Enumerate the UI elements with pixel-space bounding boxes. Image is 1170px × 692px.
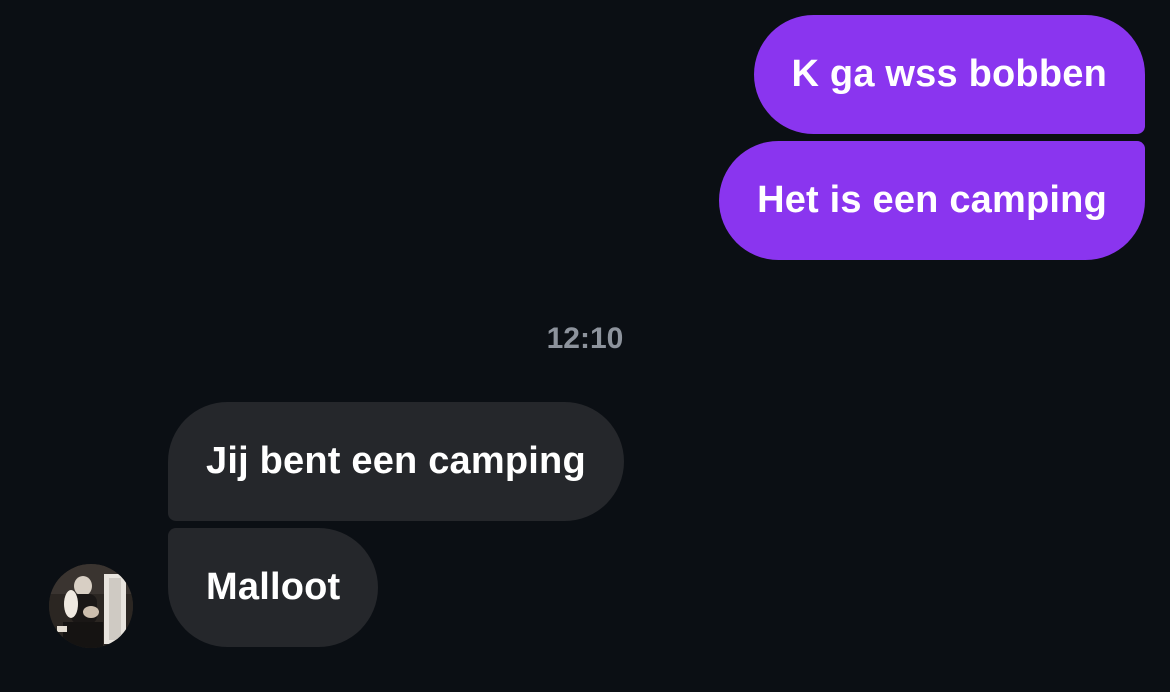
message-text: Malloot	[206, 566, 341, 608]
contact-photo-icon	[49, 564, 133, 648]
message-text: Het is een camping	[757, 179, 1107, 221]
outgoing-message-bubble[interactable]: K ga wss bobben	[753, 15, 1145, 134]
outgoing-message-bubble[interactable]: Het is een camping	[719, 141, 1145, 260]
message-timestamp: 12:10	[546, 322, 624, 355]
incoming-message-bubble[interactable]: Jij bent een camping	[168, 402, 624, 521]
message-text: K ga wss bobben	[791, 53, 1107, 95]
contact-avatar[interactable]	[49, 564, 133, 648]
message-text: Jij bent een camping	[206, 440, 586, 482]
incoming-message-bubble[interactable]: Malloot	[168, 528, 379, 647]
